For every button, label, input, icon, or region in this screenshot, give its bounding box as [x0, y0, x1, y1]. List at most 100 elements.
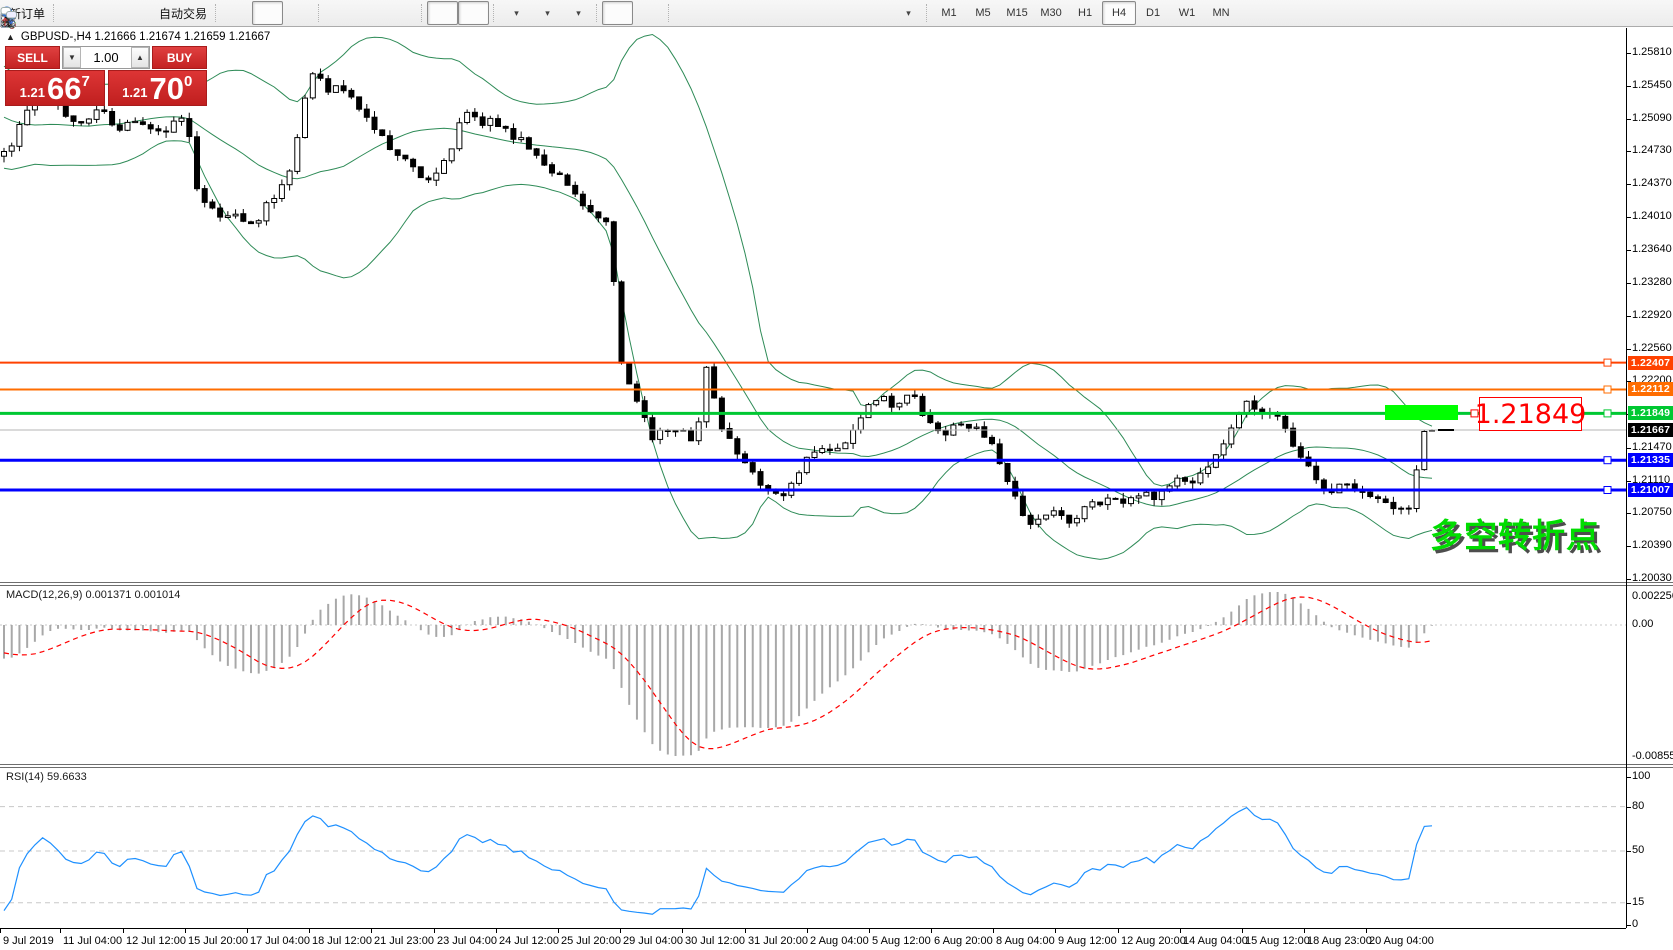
timeframe-d1-button[interactable]: D1 [1136, 1, 1170, 25]
hline-button[interactable] [705, 1, 736, 25]
one-click-trading-panel: SELL ▼ 1.00 ▲ BUY 1.21667 1.21700 [5, 46, 207, 106]
time-axis-tick [371, 929, 372, 933]
crosshair-button[interactable] [633, 1, 664, 25]
macd-label: MACD(12,26,9) 0.001371 0.001014 [6, 589, 180, 601]
rsi-axis-tick [1627, 903, 1631, 904]
volume-decrease-button[interactable]: ▼ [63, 47, 81, 68]
vline-button[interactable] [674, 1, 705, 25]
sell-button[interactable]: SELL [5, 46, 60, 69]
templates-button[interactable]: ▾ [561, 1, 592, 25]
sell-price[interactable]: 1.21667 [5, 70, 105, 106]
macd-splitter[interactable] [0, 582, 1673, 586]
chart-shift-button[interactable] [458, 1, 489, 25]
toolbar-separator [53, 4, 55, 22]
tile-windows-button[interactable] [386, 1, 417, 25]
price-axis-label: 1.24010 [1632, 210, 1672, 222]
timeframe-mn-button[interactable]: MN [1204, 1, 1238, 25]
charts-profile-button[interactable] [59, 1, 90, 25]
indicators-button[interactable]: ▾ [499, 1, 530, 25]
highlight-rectangle[interactable] [1385, 405, 1458, 420]
price-axis[interactable]: 1.258101.254501.250901.247301.243701.240… [1627, 0, 1673, 950]
hline-handle[interactable] [1604, 359, 1611, 366]
macd-panel[interactable] [0, 586, 1626, 764]
rsi-splitter[interactable] [0, 764, 1673, 768]
timeframe-m5-button[interactable]: M5 [966, 1, 1000, 25]
time-axis-tick [1055, 929, 1056, 933]
price-badge-1.21007: 1.21007 [1628, 483, 1673, 497]
hline-handle[interactable] [1604, 457, 1611, 464]
timeframe-h4-button[interactable]: H4 [1102, 1, 1136, 25]
bollinger-upper [4, 35, 1432, 487]
price-callout[interactable]: 1.21849 [1479, 397, 1582, 431]
price-axis-tick [1627, 448, 1631, 449]
chevron-down-icon: ▾ [514, 8, 519, 19]
periods-button[interactable]: ▾ [530, 1, 561, 25]
sell-price-sup: 7 [81, 73, 89, 90]
volume-value[interactable]: 1.00 [81, 47, 131, 68]
hline-handle[interactable] [1604, 487, 1611, 494]
line-chart-button[interactable] [283, 1, 314, 25]
cursor-button[interactable] [602, 1, 633, 25]
time-axis-label: 11 Jul 04:00 [63, 935, 122, 947]
search-icon[interactable] [1597, 1, 1628, 25]
time-axis-label: 18 Jul 12:00 [312, 935, 372, 947]
time-axis-tick [745, 929, 746, 933]
time-axis-tick [931, 929, 932, 933]
sell-price-big: 66 [47, 75, 81, 103]
turning-point-text[interactable]: 多空转折点 [1430, 509, 1600, 557]
bar-chart-button[interactable] [221, 1, 252, 25]
time-axis-label: 2 Aug 04:00 [810, 935, 869, 947]
price-badge-1.22112: 1.22112 [1628, 382, 1673, 396]
trendline-button[interactable] [736, 1, 767, 25]
main-chart[interactable] [0, 28, 1626, 582]
timeframe-m15-button[interactable]: M15 [1000, 1, 1034, 25]
rsi-axis-tick [1627, 807, 1631, 808]
toolbar: 新订单自动交易▾▾▾EFAT▾M1M5M15M30H1H4D1W1MN [0, 0, 1673, 27]
autotrading-button[interactable]: 自动交易 [152, 1, 211, 25]
toolbar-separator [318, 4, 320, 22]
symbol-ohlc-label: GBPUSD-,H4 1.21666 1.21674 1.21659 1.216… [21, 31, 270, 43]
text-button[interactable]: A [829, 1, 860, 25]
time-axis-label: 12 Jul 12:00 [126, 935, 186, 947]
time-axis-label: 25 Jul 20:00 [561, 935, 621, 947]
hline-handle[interactable] [1604, 386, 1611, 393]
volume-increase-button[interactable]: ▲ [131, 47, 149, 68]
auto-scroll-button[interactable] [427, 1, 458, 25]
timeframe-w1-button[interactable]: W1 [1170, 1, 1204, 25]
price-badge-1.21335: 1.21335 [1628, 453, 1673, 467]
time-axis[interactable]: 9 Jul 201911 Jul 04:0012 Jul 12:0015 Jul… [0, 928, 1626, 950]
buy-button[interactable]: BUY [152, 46, 207, 69]
zoom-in-button[interactable] [324, 1, 355, 25]
time-axis-tick [620, 929, 621, 933]
time-axis-tick [434, 929, 435, 933]
rsi-axis-tick [1627, 777, 1631, 778]
label-button[interactable]: T [860, 1, 891, 25]
signals-button[interactable] [121, 1, 152, 25]
price-axis-label: 1.25090 [1632, 112, 1672, 124]
zoom-out-button[interactable] [355, 1, 386, 25]
time-axis-tick [1304, 929, 1305, 933]
time-axis-tick [496, 929, 497, 933]
timeframe-h1-button[interactable]: H1 [1068, 1, 1102, 25]
autotrading-button-label: 自动交易 [159, 5, 207, 22]
arrows-button[interactable]: ▾ [891, 1, 922, 25]
time-axis-label: 6 Aug 20:00 [934, 935, 993, 947]
market-watch-button[interactable] [90, 1, 121, 25]
fibonacci-button[interactable]: F [798, 1, 829, 25]
price-axis-tick [1627, 250, 1631, 251]
volume-stepper[interactable]: ▼ 1.00 ▲ [62, 46, 150, 69]
price-axis-label: 1.25450 [1632, 79, 1672, 91]
channel-button[interactable]: E [767, 1, 798, 25]
chevron-down-icon: ▾ [545, 8, 550, 19]
rsi-panel[interactable] [0, 768, 1626, 928]
candle-chart-button[interactable] [252, 1, 283, 25]
timeframe-m30-button[interactable]: M30 [1034, 1, 1068, 25]
time-axis-label: 30 Jul 12:00 [685, 935, 745, 947]
hline-handle[interactable] [1604, 410, 1611, 417]
buy-price[interactable]: 1.21700 [108, 70, 208, 106]
macd-axis-label: -0.008553 [1632, 750, 1673, 762]
timeframe-m1-button[interactable]: M1 [932, 1, 966, 25]
collapse-icon[interactable]: ▲ [6, 32, 15, 42]
time-axis-label: 17 Jul 04:00 [250, 935, 310, 947]
time-axis-label: 12 Aug 20:00 [1121, 935, 1186, 947]
